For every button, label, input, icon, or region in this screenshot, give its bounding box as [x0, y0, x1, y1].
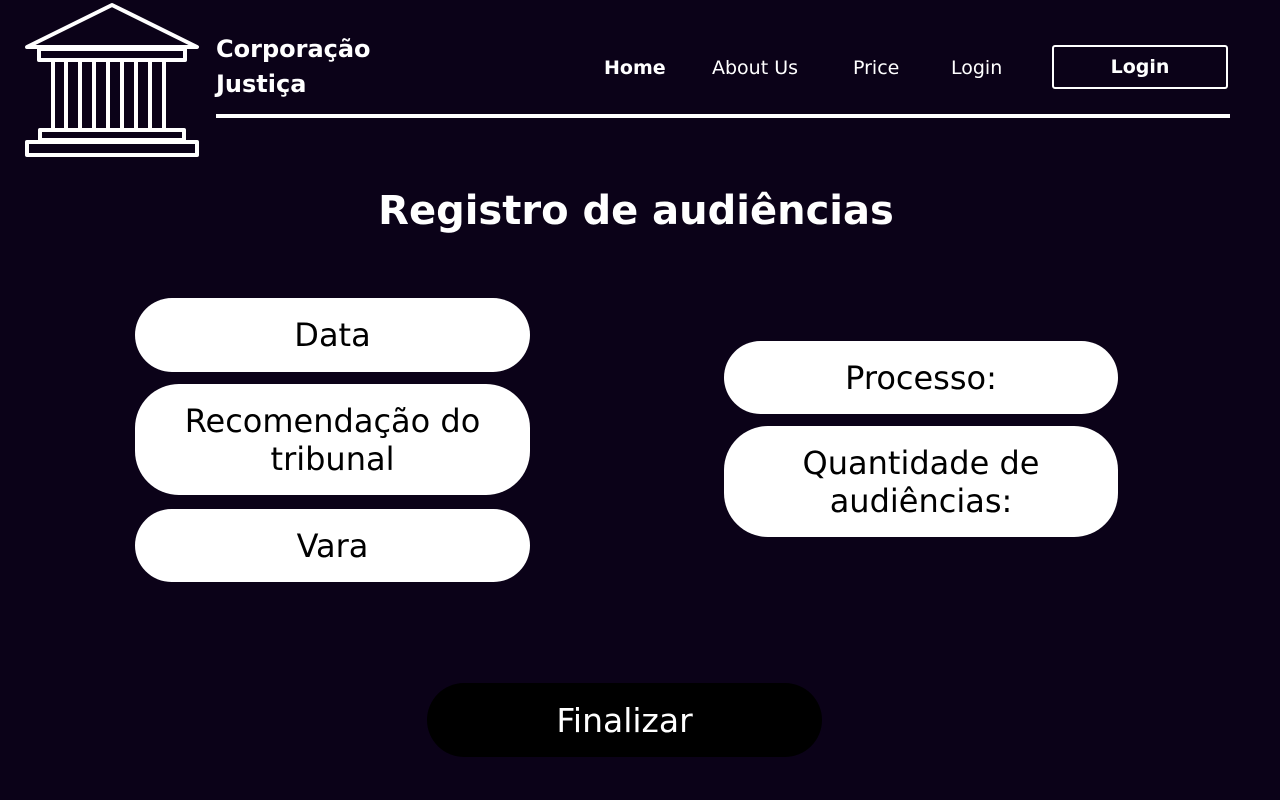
finalize-button[interactable]: Finalizar: [427, 683, 822, 757]
nav-price-link[interactable]: Price: [853, 54, 899, 82]
brand-name-line2: Justiça: [216, 70, 307, 98]
login-button[interactable]: Login: [1052, 45, 1228, 89]
header-divider: [216, 114, 1230, 118]
brand-name-line1: Corporação: [216, 35, 371, 63]
recomendacao-field[interactable]: Recomendação do tribunal: [135, 384, 530, 495]
nav-about-link[interactable]: About Us: [712, 54, 798, 82]
vara-field[interactable]: Vara: [135, 509, 530, 582]
nav-home-link[interactable]: Home: [604, 54, 666, 82]
courthouse-logo-icon: [24, 2, 200, 158]
processo-field[interactable]: Processo:: [724, 341, 1118, 414]
page-title: Registro de audiências: [378, 187, 894, 234]
quantidade-audiencias-field[interactable]: Quantidade de audiências:: [724, 426, 1118, 537]
data-field[interactable]: Data: [135, 298, 530, 372]
brand-name: Corporação Justiça: [216, 32, 406, 102]
nav-login-link[interactable]: Login: [951, 54, 1002, 82]
